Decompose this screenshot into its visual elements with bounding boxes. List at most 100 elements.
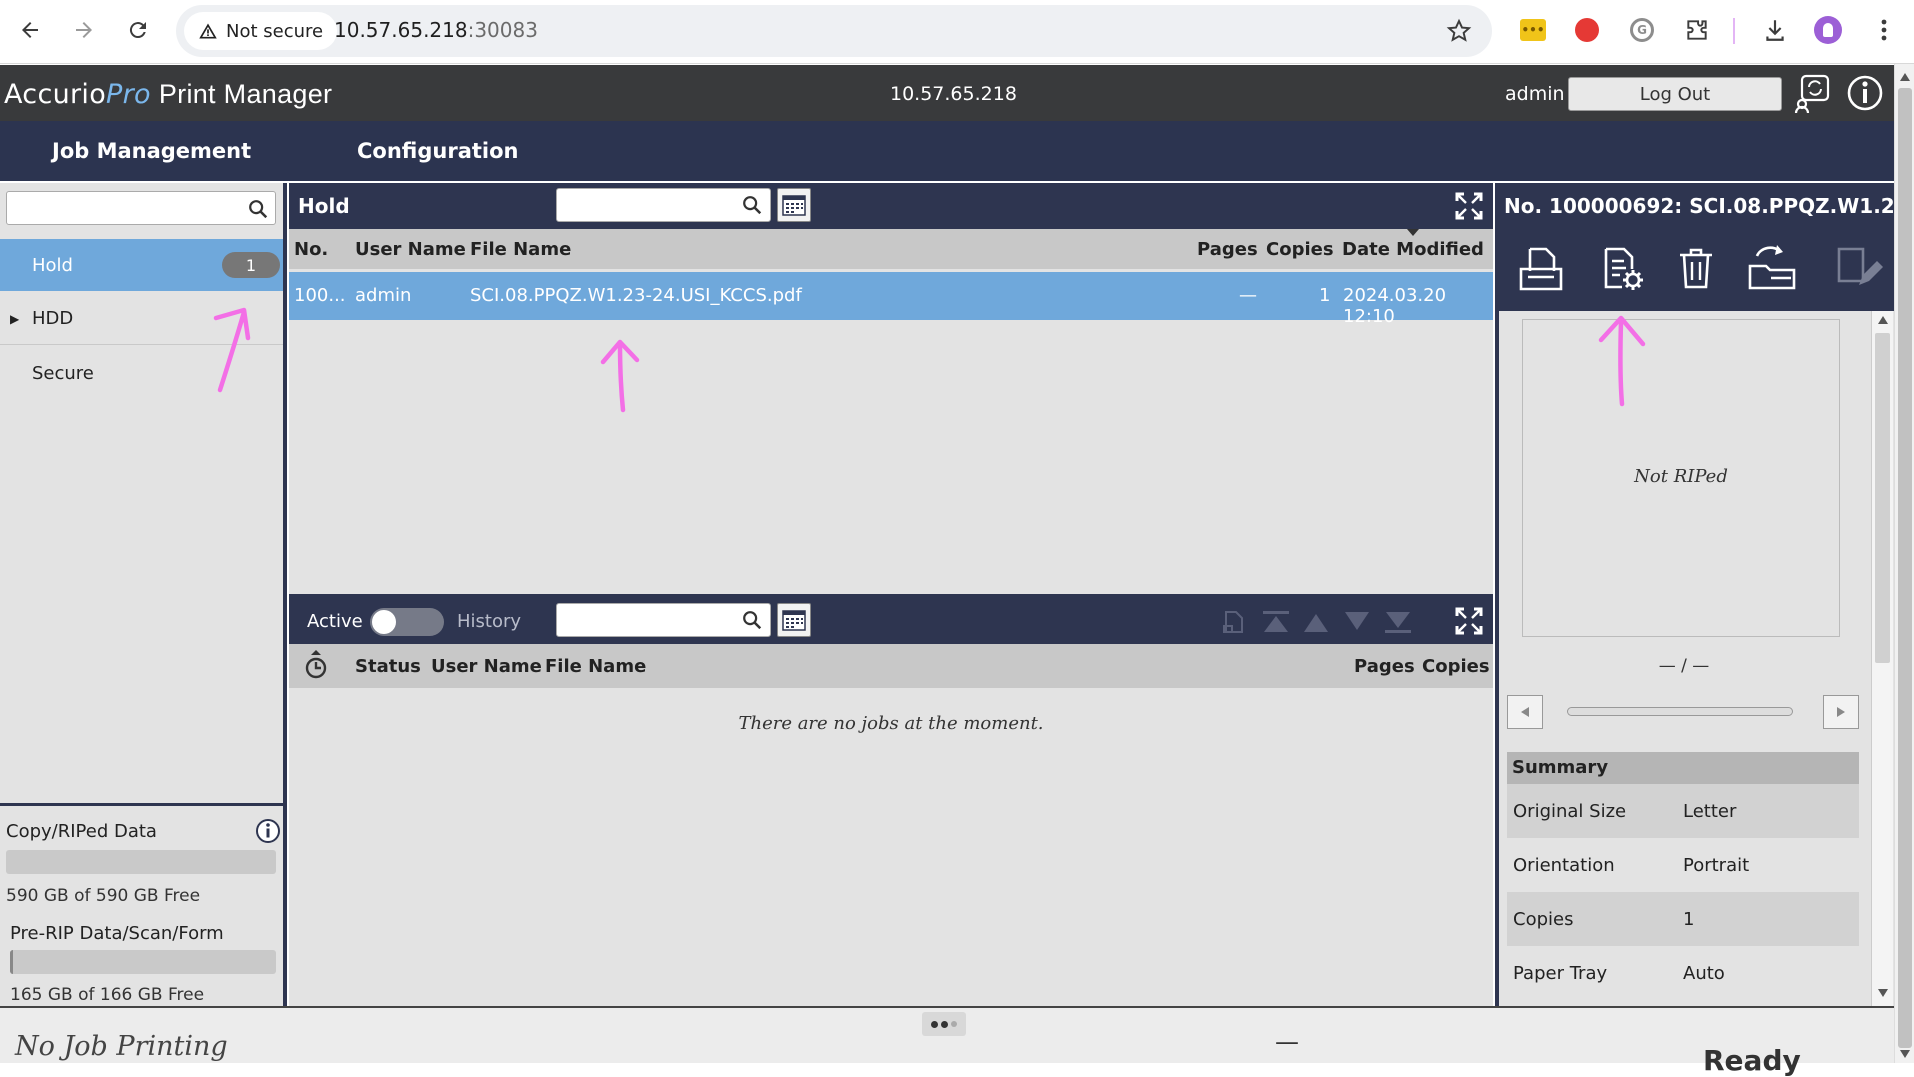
detail-title: No. 100000692: SCI.08.PPQZ.W1.23-... xyxy=(1504,194,1914,218)
tree-item-label: HDD xyxy=(32,308,74,329)
col-date-modified[interactable]: Date Modified xyxy=(1342,239,1484,260)
next-page-button[interactable] xyxy=(1823,695,1859,729)
timer-icon[interactable] xyxy=(304,650,328,680)
expand-arrow-icon[interactable]: ▶ xyxy=(10,312,19,326)
prev-page-button[interactable] xyxy=(1507,695,1543,729)
active-history-toggle[interactable] xyxy=(370,608,444,636)
security-label: Not secure xyxy=(226,20,324,42)
scroll-thumb[interactable] xyxy=(1898,88,1912,1048)
browser-menu-icon[interactable] xyxy=(1869,15,1899,45)
tree-search-input[interactable] xyxy=(6,191,276,225)
edit-icon xyxy=(1837,247,1883,285)
job-settings-button[interactable] xyxy=(1593,241,1649,297)
splitter-handle[interactable] xyxy=(922,1012,966,1036)
col-no[interactable]: No. xyxy=(294,239,328,260)
preview-status: Not RIPed xyxy=(1634,466,1728,487)
calendar-icon xyxy=(782,610,806,631)
maximize-icon[interactable] xyxy=(1454,191,1484,221)
active-label[interactable]: Active xyxy=(307,611,363,632)
address-bar[interactable]: Not secure 10.57.65.218:30083 xyxy=(176,5,1492,57)
property-row: Paper Tray Auto xyxy=(1507,946,1859,1000)
col-pages[interactable]: Pages xyxy=(1197,239,1258,260)
detail-header: No. 100000692: SCI.08.PPQZ.W1.23-... xyxy=(1499,183,1914,229)
move-up-icon[interactable] xyxy=(1301,608,1331,636)
extension-tomato-icon[interactable] xyxy=(1572,15,1602,45)
reload-button[interactable] xyxy=(118,10,158,50)
extension-notes-icon[interactable]: ••• xyxy=(1518,15,1548,45)
search-icon[interactable] xyxy=(741,194,763,216)
forward-button[interactable] xyxy=(64,10,104,50)
edit-job-button[interactable] xyxy=(1831,241,1887,297)
scroll-up-icon[interactable] xyxy=(1878,316,1888,324)
output-job-icon[interactable] xyxy=(1220,608,1248,636)
print-job-button[interactable] xyxy=(1513,241,1569,297)
detail-content: Not RIPed — / — Summary Original Size Let… xyxy=(1499,311,1894,1006)
prerip-storage-title: Pre-RIP Data/Scan/Form xyxy=(10,923,224,944)
menu-job-management[interactable]: Job Management xyxy=(52,139,251,163)
menu-configuration[interactable]: Configuration xyxy=(357,139,518,163)
table-row[interactable]: 100... admin SCI.08.PPQZ.W1.23-24.USI_KC… xyxy=(289,272,1493,327)
info-icon[interactable] xyxy=(1846,73,1884,113)
download-icon[interactable] xyxy=(1760,15,1790,45)
col-file-name[interactable]: File Name xyxy=(545,656,646,677)
hold-list-header: Hold xyxy=(289,183,1493,229)
move-down-icon[interactable] xyxy=(1342,608,1372,636)
extensions-puzzle-icon[interactable] xyxy=(1682,15,1712,45)
tree-item-label: Secure xyxy=(32,362,94,384)
printing-status: No Job Printing xyxy=(15,1031,228,1062)
extension-grammar-icon[interactable]: G xyxy=(1627,15,1657,45)
pane-divider xyxy=(0,803,283,806)
refresh-user-icon[interactable] xyxy=(1794,73,1832,113)
tree-item-secure[interactable]: Secure xyxy=(0,347,283,399)
active-search-input[interactable] xyxy=(556,603,771,637)
logo-main: Accurio xyxy=(4,79,107,110)
col-user-name[interactable]: User Name xyxy=(355,239,466,260)
col-file-name[interactable]: File Name xyxy=(470,239,571,260)
summary-header[interactable]: Summary xyxy=(1507,752,1859,784)
bookmark-star-icon[interactable] xyxy=(1446,18,1472,44)
prerip-storage-free: 165 GB of 166 GB Free xyxy=(10,985,205,1005)
active-calendar-button[interactable] xyxy=(777,603,811,637)
security-chip[interactable]: Not secure xyxy=(184,12,338,50)
toolbar-divider xyxy=(1733,18,1735,44)
col-copies[interactable]: Copies xyxy=(1422,656,1490,677)
page-slider[interactable] xyxy=(1567,707,1793,716)
property-value: Portrait xyxy=(1683,854,1750,876)
copy-storage-title: Copy/RIPed Data xyxy=(6,821,157,842)
scroll-thumb[interactable] xyxy=(1875,333,1890,663)
property-key: Orientation xyxy=(1513,854,1615,876)
url-text[interactable]: 10.57.65.218:30083 xyxy=(334,18,538,42)
warning-icon xyxy=(199,23,217,39)
col-copies[interactable]: Copies xyxy=(1266,239,1334,260)
search-icon[interactable] xyxy=(247,198,269,220)
detail-scrollbar[interactable] xyxy=(1871,311,1893,1006)
back-button[interactable] xyxy=(10,10,50,50)
scroll-down-icon[interactable] xyxy=(1878,989,1888,997)
maximize-icon[interactable] xyxy=(1454,606,1484,636)
storage-info-icon[interactable] xyxy=(255,818,281,844)
hold-search-input[interactable] xyxy=(556,188,771,222)
move-job-button[interactable] xyxy=(1744,239,1800,295)
tree-item-hold[interactable]: Hold 1 xyxy=(0,239,283,291)
prerip-storage-bar xyxy=(10,950,276,974)
search-icon[interactable] xyxy=(741,609,763,631)
move-top-icon[interactable] xyxy=(1261,608,1291,636)
delete-job-button[interactable] xyxy=(1668,241,1724,297)
scroll-up-icon[interactable] xyxy=(1900,73,1910,81)
col-user-name[interactable]: User Name xyxy=(431,656,542,677)
profile-avatar[interactable] xyxy=(1813,15,1843,45)
col-pages[interactable]: Pages xyxy=(1354,656,1415,677)
move-bottom-icon[interactable] xyxy=(1383,608,1413,636)
scroll-down-icon[interactable] xyxy=(1900,1050,1910,1058)
page-scrollbar[interactable] xyxy=(1894,64,1914,1063)
calendar-icon xyxy=(782,195,806,216)
hold-calendar-button[interactable] xyxy=(777,188,811,222)
history-label[interactable]: History xyxy=(457,611,521,632)
cell-no: 100... xyxy=(294,285,346,306)
hold-list-title: Hold xyxy=(298,194,350,218)
tree-item-hdd[interactable]: ▶ HDD xyxy=(0,293,283,345)
property-row: Orientation Portrait xyxy=(1507,838,1859,892)
col-status[interactable]: Status xyxy=(355,656,421,677)
printer-status-bar: No Job Printing — Ready xyxy=(0,1006,1894,1077)
logout-button[interactable]: Log Out xyxy=(1568,77,1782,111)
